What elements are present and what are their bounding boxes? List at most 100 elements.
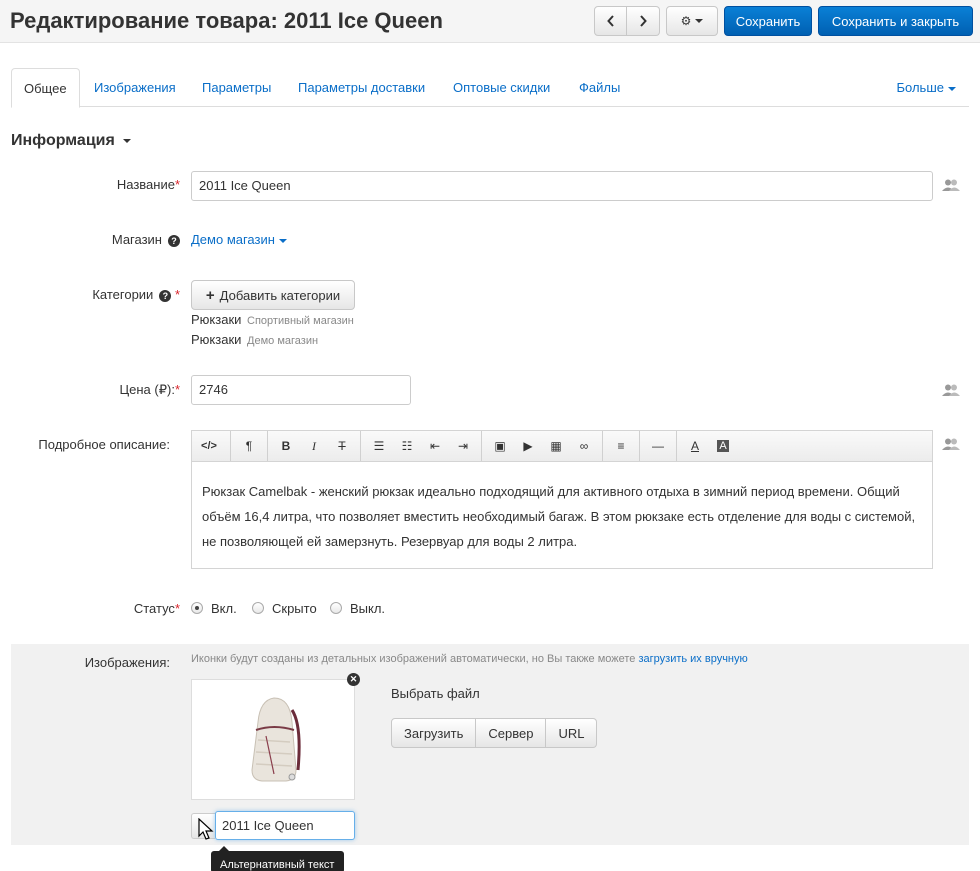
required-mark: * [174,382,180,397]
status-on-radio[interactable] [191,602,203,614]
price-label-text: Цена (₽): [119,382,175,397]
unordered-list-icon[interactable]: ☰ [365,431,393,462]
tab-general[interactable]: Общее [11,68,80,108]
product-image[interactable] [191,679,355,800]
bold-icon[interactable]: B [272,431,300,462]
upload-manually-link[interactable]: загрузить их вручную [638,653,747,665]
upload-source-group: Загрузить Сервер URL [391,718,598,748]
code-icon[interactable]: </> [192,431,226,462]
page-title: Редактирование товара: 2011 Ice Queen [10,8,443,33]
image-icon[interactable]: ▣ [486,431,514,462]
outdent-icon[interactable]: ⇤ [421,431,449,462]
category-store: Спортивный магазин [247,315,354,327]
status-label: Статус* [60,601,180,616]
mouse-cursor-icon [198,818,214,840]
divider [676,430,677,462]
tab-images[interactable]: Изображения [94,68,176,107]
divider [360,430,361,462]
users-icon[interactable] [942,179,960,191]
description-editor[interactable]: Рюкзак Camelbak - женский рюкзак идеальн… [191,461,933,569]
images-hint: Иконки будут созданы из детальных изобра… [191,653,748,665]
divider [602,430,603,462]
store-label: Магазин? [60,232,180,247]
category-name: Рюкзаки [191,312,242,327]
tab-files[interactable]: Файлы [579,68,620,107]
settings-dropdown-button[interactable]: ⚙ [666,6,718,36]
help-icon[interactable]: ? [159,289,172,302]
status-on-label: Вкл. [211,601,237,616]
status-label-text: Статус [133,601,175,616]
page-header: Редактирование товара: 2011 Ice Queen ⚙ … [0,0,980,43]
section-title-label: Информация [11,132,115,149]
tab-more[interactable]: Больше [896,68,956,107]
chevron-down-icon [123,138,132,143]
categories-label: Категории? * [60,287,180,302]
section-title[interactable]: Информация [11,132,132,150]
italic-icon[interactable]: I [300,431,328,462]
upload-server-button[interactable]: Сервер [476,718,547,748]
tabs: Общее Изображения Параметры Параметры до… [11,68,969,108]
users-icon[interactable] [942,384,960,396]
alt-text-input[interactable]: 2011 Ice Queen [215,811,355,840]
gear-icon: ⚙ [680,14,692,28]
video-icon[interactable]: ▶ [514,431,542,462]
strikethrough-icon[interactable]: T [328,431,356,462]
name-label: Название* [80,177,180,192]
chevron-down-icon [695,19,704,23]
status-hidden-label: Скрыто [272,601,317,616]
link-icon[interactable]: ∞ [570,431,598,462]
help-icon[interactable]: ? [168,234,180,247]
upload-local-button[interactable]: Загрузить [391,718,477,748]
chevron-left-icon [606,15,614,27]
chevron-down-icon [278,238,287,243]
required-mark: * [174,177,180,192]
save-and-close-button[interactable]: Сохранить и закрыть [818,6,973,36]
tab-shipping[interactable]: Параметры доставки [298,68,425,107]
plus-icon: + [205,286,215,304]
status-hidden-radio[interactable] [252,602,264,614]
ordered-list-icon[interactable]: ☷ [393,431,421,462]
category-store: Демо магазин [247,335,319,347]
description-label: Подробное описание: [38,437,170,452]
chevron-down-icon [948,86,956,91]
paragraph-icon[interactable]: ¶ [235,431,263,462]
tab-parameters[interactable]: Параметры [202,68,271,107]
alt-text-tooltip: Альтернативный текст [211,846,344,871]
divider [481,430,482,462]
more-label: Больше [896,80,945,95]
price-input[interactable]: 2746 [191,375,411,405]
store-label-text: Магазин [111,232,162,247]
name-input[interactable]: 2011 Ice Queen [191,171,933,201]
users-icon[interactable] [942,438,960,450]
prev-button[interactable] [594,6,627,36]
remove-image-icon[interactable]: ✕ [347,673,360,686]
save-button[interactable]: Сохранить [724,6,812,36]
indent-icon[interactable]: ⇥ [449,431,477,462]
add-categories-button[interactable]: + Добавить категории [191,280,355,310]
background-color-icon[interactable]: A [709,431,737,462]
tab-wholesale[interactable]: Оптовые скидки [453,68,550,107]
font-color-icon[interactable]: A [681,431,709,462]
category-item: Рюкзаки Демо магазин [191,332,318,347]
category-name: Рюкзаки [191,332,242,347]
choose-file-label: Выбрать файл [391,686,480,701]
next-button[interactable] [627,6,660,36]
required-mark: * [171,287,180,302]
chevron-right-icon [640,15,647,27]
store-dropdown[interactable]: Демо магазин [191,232,287,247]
images-hint-text: Иконки будут созданы из детальных изобра… [191,653,636,665]
align-icon[interactable]: ≡ [607,431,635,462]
store-value: Демо магазин [191,232,275,247]
name-label-text: Название [116,177,175,192]
table-icon[interactable]: ▦ [542,431,570,462]
horizontal-rule-icon[interactable]: — [644,431,672,462]
prev-next-group [594,6,660,36]
editor-toolbar: </> ¶ B I T ☰ ☷ ⇤ ⇥ ▣ ▶ ▦ ∞ ≡ — A A [191,430,933,462]
images-label: Изображения: [84,655,170,670]
divider [230,430,231,462]
categories-label-text: Категории [92,287,154,302]
status-off-radio[interactable] [330,602,342,614]
status-off-label: Выкл. [350,601,386,616]
upload-url-button[interactable]: URL [546,718,598,748]
category-item: Рюкзаки Спортивный магазин [191,312,354,327]
